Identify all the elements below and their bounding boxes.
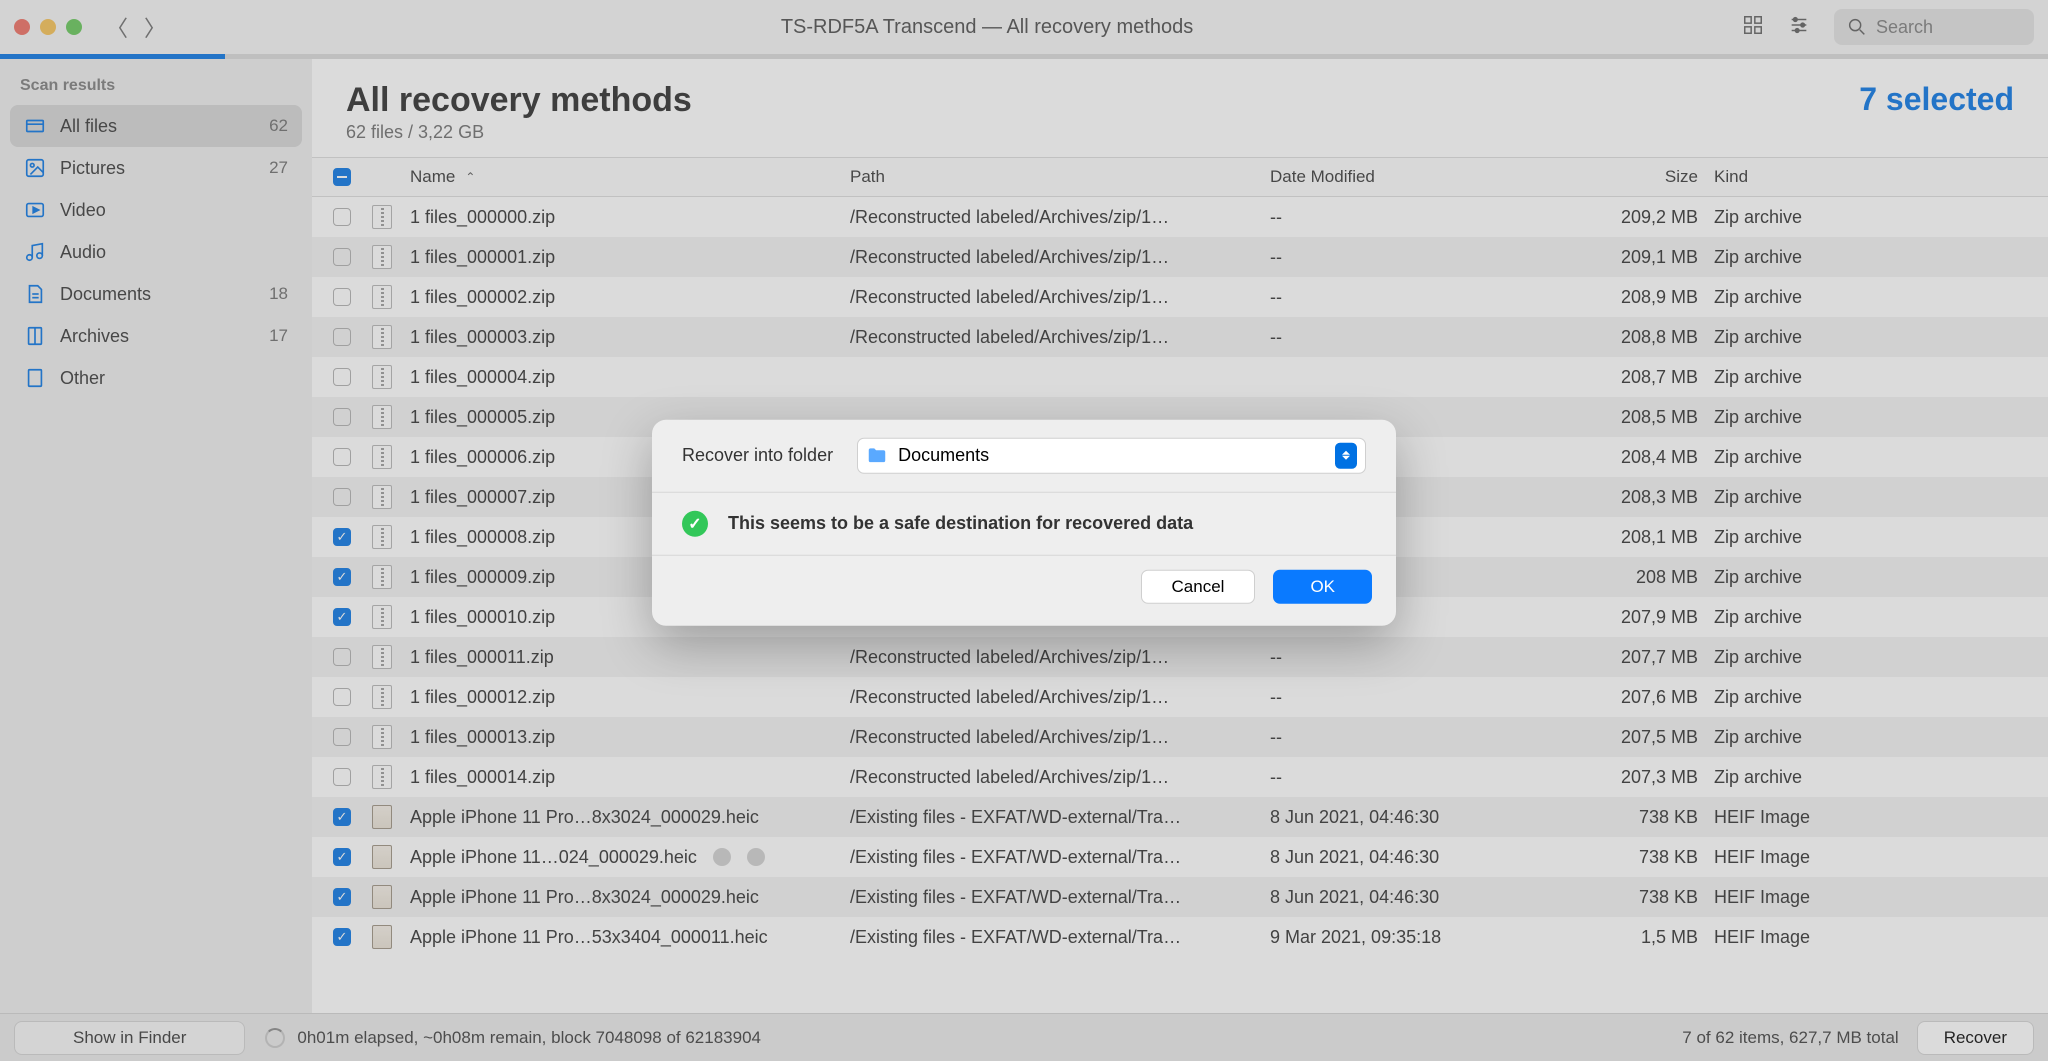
recover-dialog: Recover into folder Documents ✓ This see… (652, 419, 1396, 625)
ok-button[interactable]: OK (1273, 569, 1372, 603)
safe-destination-text: This seems to be a safe destination for … (728, 513, 1193, 534)
folder-name: Documents (898, 445, 989, 466)
check-icon: ✓ (682, 510, 708, 536)
cancel-button[interactable]: Cancel (1141, 569, 1256, 603)
folder-select[interactable]: Documents (857, 437, 1366, 473)
stepper-icon (1335, 442, 1357, 468)
folder-icon (866, 444, 888, 466)
recover-into-label: Recover into folder (682, 445, 833, 466)
